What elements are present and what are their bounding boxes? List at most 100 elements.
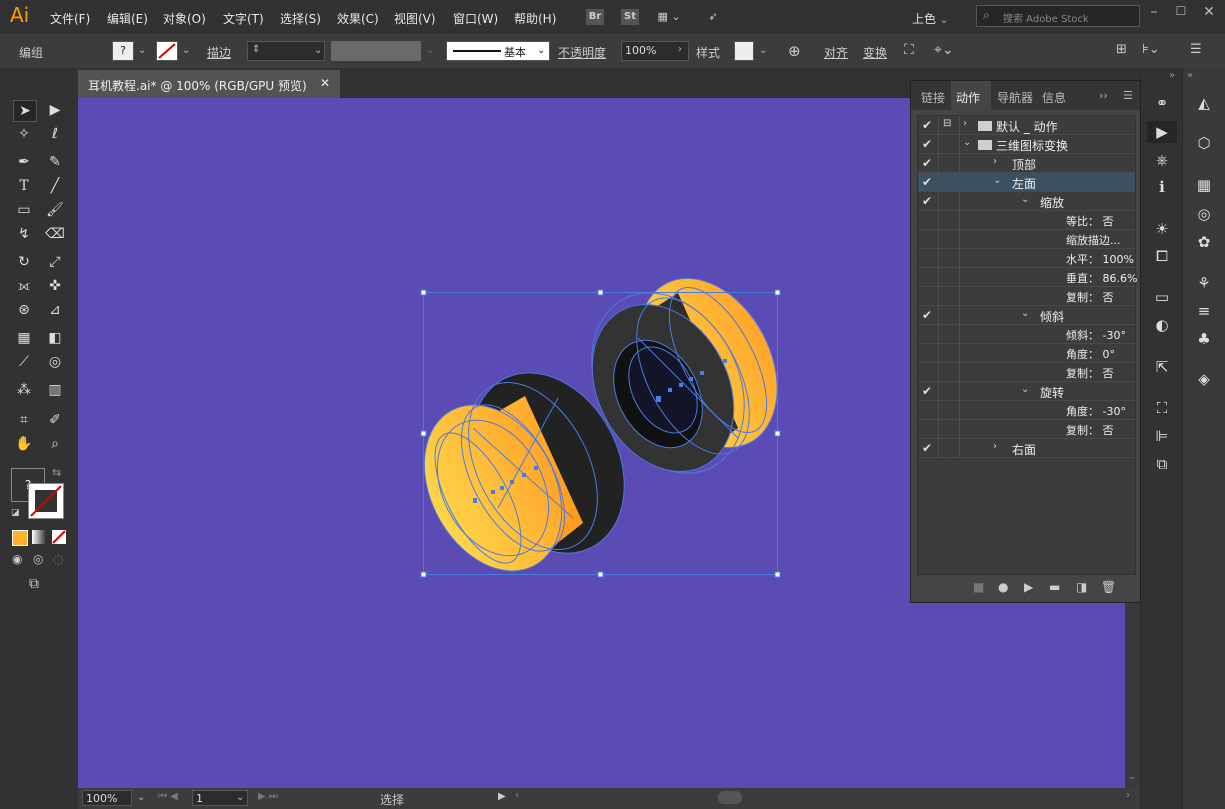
- stock-search-input[interactable]: ⌕ 搜索 Adobe Stock: [976, 5, 1140, 27]
- links-panel-icon[interactable]: ⚭: [1147, 92, 1177, 114]
- action-row[interactable]: ✔ ⌄ 旋转: [918, 382, 1135, 401]
- record-icon[interactable]: ●: [998, 580, 1008, 594]
- collapse-arrow-icon[interactable]: ⌄: [963, 137, 971, 148]
- action-row[interactable]: 复制： 否: [918, 287, 1135, 306]
- transform-button[interactable]: 变换: [863, 44, 887, 61]
- collapse-arrow-icon[interactable]: ⌄: [993, 175, 1001, 186]
- scroll-right-icon[interactable]: ›: [1126, 790, 1130, 801]
- scroll-down-icon[interactable]: ⌄: [1128, 772, 1136, 782]
- menu-file[interactable]: 文件(F): [50, 10, 90, 27]
- expand-arrow-icon[interactable]: ›: [963, 118, 967, 129]
- fill-dropdown-icon[interactable]: ⌄: [138, 45, 146, 56]
- graphic-style-swatch[interactable]: [734, 41, 754, 61]
- action-row[interactable]: ✔ ⌄ 缩放: [918, 192, 1135, 211]
- dialog-toggle-icon[interactable]: ⊟: [943, 118, 951, 129]
- draw-normal-icon[interactable]: ◉: [12, 552, 22, 566]
- menu-window[interactable]: 窗口(W): [453, 10, 498, 27]
- close-tab-icon[interactable]: ✕: [320, 76, 330, 90]
- profile-dropdown-icon[interactable]: ⌄: [426, 45, 434, 56]
- perspective-grid-tool-icon[interactable]: ⊿: [44, 300, 66, 320]
- export-panel-icon[interactable]: ⇱: [1147, 356, 1177, 378]
- mesh-tool-icon[interactable]: ▦: [13, 328, 35, 348]
- toggle-checkmark-icon[interactable]: ✔: [922, 308, 932, 322]
- action-row[interactable]: ✔ › 顶部: [918, 154, 1135, 173]
- magic-wand-tool-icon[interactable]: ✧: [13, 124, 35, 144]
- stroke-label[interactable]: 描边: [207, 44, 231, 61]
- panel-menu-icon[interactable]: ☰: [1123, 89, 1133, 102]
- style-dropdown-icon[interactable]: ⌄: [759, 45, 767, 56]
- document-tab[interactable]: 耳机教程.ai* @ 100% (RGB/GPU 预览) ✕: [78, 70, 340, 98]
- minimize-button[interactable]: –: [1141, 4, 1167, 24]
- stroke-swatch[interactable]: [156, 41, 178, 61]
- rectangle-tool-icon[interactable]: ▭: [13, 200, 35, 220]
- new-set-folder-icon[interactable]: ▬: [1049, 580, 1060, 594]
- default-colors-icon[interactable]: ◪: [11, 508, 20, 518]
- toggle-checkmark-icon[interactable]: ✔: [922, 156, 932, 170]
- eraser-tool-icon[interactable]: ⌫: [44, 224, 66, 244]
- 3d-panel-icon[interactable]: ⬡: [1189, 132, 1219, 154]
- column-graph-tool-icon[interactable]: ▥: [44, 380, 66, 400]
- puppet-warp-icon[interactable]: ⌖⌄: [934, 42, 954, 58]
- action-row[interactable]: ✔ ⌄ 左面: [918, 173, 1135, 192]
- scale-tool-icon[interactable]: ⤢: [44, 252, 66, 272]
- isolate-icon[interactable]: ⛶: [904, 42, 914, 58]
- tab-actions[interactable]: 动作: [956, 89, 980, 106]
- color-guide-panel-icon[interactable]: ✿: [1189, 231, 1219, 253]
- panel-grid-icon[interactable]: ⊞: [1116, 42, 1127, 57]
- rotate-tool-icon[interactable]: ↻: [13, 252, 35, 272]
- symbol-sprayer-tool-icon[interactable]: ⁂: [13, 380, 35, 400]
- tab-navigator[interactable]: 导航器: [997, 89, 1033, 106]
- type-tool-icon[interactable]: T: [13, 176, 35, 196]
- rocket-icon[interactable]: ➶: [704, 9, 722, 25]
- paintbrush-tool-icon[interactable]: 🖌: [44, 200, 66, 220]
- libraries-panel-icon[interactable]: ◭: [1189, 92, 1219, 114]
- variable-width-profile[interactable]: [331, 41, 421, 61]
- maximize-button[interactable]: ☐: [1168, 4, 1194, 24]
- toggle-checkmark-icon[interactable]: ✔: [922, 194, 932, 208]
- slice-tool-icon[interactable]: ✐: [44, 410, 66, 430]
- scroll-left-icon[interactable]: ‹: [515, 790, 519, 801]
- screen-mode-icon[interactable]: ⧉: [29, 576, 39, 592]
- action-row[interactable]: 复制： 否: [918, 420, 1135, 439]
- more-tabs-icon[interactable]: ››: [1099, 89, 1108, 102]
- shaper-tool-icon[interactable]: ↯: [13, 224, 35, 244]
- collapse-arrow-icon[interactable]: ⌄: [1021, 308, 1029, 319]
- pathfinder-panel-icon[interactable]: ⧉: [1147, 453, 1177, 475]
- action-row[interactable]: ✔ ⌄ 倾斜: [918, 306, 1135, 325]
- action-row[interactable]: ✔ ⊟ › 默认 _ 动作: [918, 116, 1135, 135]
- zoom-tool-icon[interactable]: ⌕: [44, 434, 66, 454]
- draw-behind-icon[interactable]: ◎: [33, 552, 43, 566]
- toggle-checkmark-icon[interactable]: ✔: [922, 441, 932, 455]
- menu-effect[interactable]: 效果(C): [337, 10, 379, 27]
- appearance-panel-icon[interactable]: ☀: [1147, 218, 1177, 240]
- asset-export-icon[interactable]: ⧠: [1147, 245, 1177, 267]
- stroke-panel-icon[interactable]: ≡: [1189, 300, 1219, 322]
- color-mode-icon[interactable]: [12, 530, 28, 546]
- action-row[interactable]: ✔ › 右面: [918, 439, 1135, 458]
- zoom-dropdown-icon[interactable]: ⌄: [137, 792, 145, 803]
- toggle-checkmark-icon[interactable]: ✔: [922, 137, 932, 151]
- collapse-arrow-icon[interactable]: ⌄: [1021, 384, 1029, 395]
- align-panel-icon[interactable]: ⊫: [1147, 425, 1177, 447]
- layers-panel-icon[interactable]: ◈: [1189, 368, 1219, 390]
- symbols-panel-icon[interactable]: ♣: [1189, 328, 1219, 350]
- menu-type[interactable]: 文字(T): [223, 10, 264, 27]
- expand-arrow-icon[interactable]: ›: [993, 156, 997, 167]
- actions-panel-icon[interactable]: ▶: [1147, 121, 1177, 143]
- toggle-checkmark-icon[interactable]: ✔: [922, 384, 932, 398]
- action-row[interactable]: ✔ ⌄ 三维图标变换: [918, 135, 1135, 154]
- hand-tool-icon[interactable]: ✋: [13, 434, 35, 454]
- brushes-panel-icon[interactable]: ⚘: [1189, 272, 1219, 294]
- artboard-tool-icon[interactable]: ⌗: [13, 410, 35, 430]
- pen-tool-icon[interactable]: ✒: [13, 152, 35, 172]
- blend-tool-icon[interactable]: ◎: [44, 352, 66, 372]
- close-button[interactable]: ✕: [1196, 4, 1222, 24]
- horizontal-scroll-thumb[interactable]: [718, 791, 742, 804]
- new-action-icon[interactable]: ◨: [1076, 580, 1087, 594]
- swatches-panel-icon[interactable]: ▦: [1189, 174, 1219, 196]
- action-row[interactable]: 等比： 否: [918, 211, 1135, 230]
- lasso-tool-icon[interactable]: ℓ: [44, 124, 66, 144]
- menu-object[interactable]: 对象(O): [163, 10, 206, 27]
- artboard-number-input[interactable]: 1 ⌄: [192, 790, 248, 806]
- opacity-input[interactable]: 100% ›: [621, 41, 689, 61]
